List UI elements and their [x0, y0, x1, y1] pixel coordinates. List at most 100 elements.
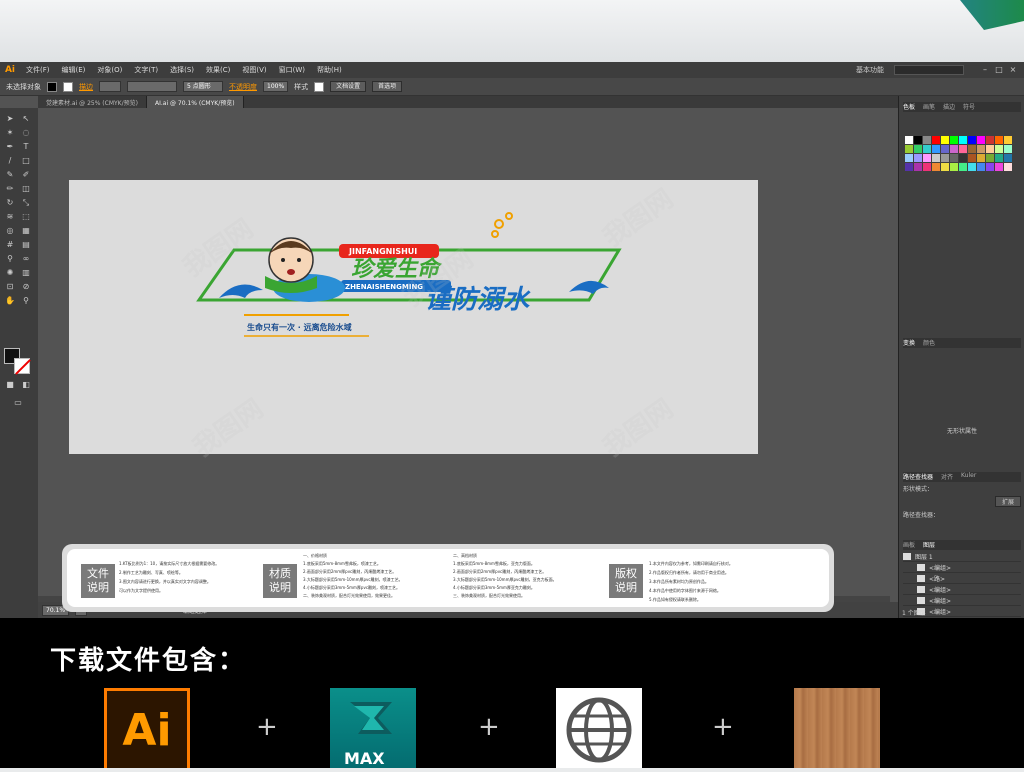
expand-button[interactable]: 扩展 — [994, 496, 1021, 507]
swatch-grid[interactable] — [905, 136, 1017, 171]
screen-mode-icon[interactable]: ▭ — [12, 398, 24, 408]
tab-kuler[interactable]: Kuler — [961, 472, 976, 482]
tab-artboards[interactable]: 画板 — [903, 540, 915, 550]
layer-row[interactable]: <路> — [903, 574, 1021, 584]
tab-transform[interactable]: 变换 — [903, 338, 915, 348]
tab-document-1[interactable]: 觉建素材.ai @ 25% (CMYK/预览) — [38, 96, 147, 108]
style-swatch[interactable] — [314, 81, 325, 92]
swatches-panel-tabs: 色板 画笔 描边 符号 — [903, 102, 1021, 112]
gradient-tool-icon[interactable]: ▤ — [20, 240, 32, 250]
opacity-field[interactable]: 100% — [263, 81, 289, 92]
plus-icon: + — [256, 712, 278, 742]
variable-width-field[interactable] — [127, 81, 177, 92]
graph-tool-icon[interactable]: ▥ — [20, 268, 32, 278]
pinyin-top: JINFANGNISHUI — [348, 247, 417, 256]
stroke-color-box[interactable] — [14, 358, 30, 374]
stroke-swatch[interactable] — [63, 81, 73, 92]
brush-field[interactable]: 5 点圆形 — [183, 81, 223, 92]
slice-tool-icon[interactable]: ⊘ — [20, 282, 32, 292]
tab-document-2[interactable]: AI.ai @ 70.1% (CMYK/预览) — [146, 96, 244, 108]
width-tool-icon[interactable]: ≋ — [4, 212, 16, 222]
perspective-tool-icon[interactable]: ▦ — [20, 226, 32, 236]
direct-selection-tool-icon[interactable]: ↖ — [20, 114, 32, 124]
blob-brush-tool-icon[interactable]: ✏ — [4, 184, 16, 194]
layer-count: 1 个图层 — [902, 610, 926, 617]
minimize-icon[interactable]: – — [980, 65, 990, 75]
pen-tool-icon[interactable]: ✒ — [4, 142, 16, 152]
menu-view[interactable]: 视图(V) — [236, 65, 272, 75]
tab-symbols[interactable]: 符号 — [963, 102, 975, 112]
close-icon[interactable]: × — [1008, 65, 1018, 75]
menu-file[interactable]: 文件(F) — [20, 65, 56, 75]
layer-row[interactable]: <编组> — [903, 585, 1021, 595]
lasso-tool-icon[interactable]: ◌ — [20, 128, 32, 138]
help-search-input[interactable] — [894, 65, 964, 75]
illustrator-window: Ai 文件(F) 编辑(E) 对象(O) 文字(T) 选择(S) 效果(C) 视… — [0, 62, 1024, 618]
layer-name: <编组> — [929, 565, 952, 572]
tab-swatches[interactable]: 色板 — [903, 102, 915, 112]
tab-brushes[interactable]: 画笔 — [923, 102, 935, 112]
menu-select[interactable]: 选择(S) — [164, 65, 200, 75]
document-tabs: 觉建素材.ai @ 25% (CMYK/预览) AI.ai @ 70.1% (C… — [38, 96, 898, 108]
menu-help[interactable]: 帮助(H) — [311, 65, 348, 75]
file-note-badge: 文件 说明 — [81, 564, 115, 598]
right-panels: 色板 画笔 描边 符号 变换 颜色 无形状属性 路径查找器 对齐 Kuler 形… — [898, 96, 1024, 618]
zoom-tool-icon[interactable]: ⚲ — [20, 296, 32, 306]
free-transform-tool-icon[interactable]: ⬚ — [20, 212, 32, 222]
maximize-icon[interactable]: □ — [994, 65, 1004, 75]
layer-name: <编组> — [929, 598, 952, 605]
stroke-weight-field[interactable] — [99, 81, 121, 92]
tab-stroke[interactable]: 描边 — [943, 102, 955, 112]
fill-swatch[interactable] — [47, 81, 57, 92]
rectangle-tool-icon[interactable]: □ — [20, 156, 32, 166]
wood-texture-icon — [794, 688, 880, 768]
artboard-tool-icon[interactable]: ⊡ — [4, 282, 16, 292]
canvas[interactable]: JINFANGNISHUI ZHENAISHENGMING 珍爱生命 谨防溺水 … — [38, 108, 898, 602]
scale-tool-icon[interactable]: ⤡ — [20, 198, 32, 208]
eraser-tool-icon[interactable]: ◫ — [20, 184, 32, 194]
artboard[interactable]: JINFANGNISHUI ZHENAISHENGMING 珍爱生命 谨防溺水 … — [69, 180, 871, 454]
menu-effect[interactable]: 效果(C) — [200, 65, 236, 75]
menu-window[interactable]: 窗口(W) — [273, 65, 311, 75]
layer-row[interactable]: 图层 1 — [903, 552, 1021, 562]
menu-edit[interactable]: 编辑(E) — [56, 65, 92, 75]
magic-wand-tool-icon[interactable]: ✶ — [4, 128, 16, 138]
selection-tool-icon[interactable]: ➤ — [4, 114, 16, 124]
material-note-text-1: 一、价格材质 1.底板采用5mm-8mm雪弗板，喷漆工艺。 2.画面部分采用2mm厚… — [303, 553, 403, 598]
file-note-text: 1.KT板比例为1：10，请按实际尺寸放大根据需要修改。 2.制作工艺为雕刻、写真… — [119, 561, 220, 593]
menu-object[interactable]: 对象(O) — [91, 65, 128, 75]
pathfinders-label: 路径查找器： — [903, 512, 940, 519]
symbol-sprayer-tool-icon[interactable]: ✺ — [4, 268, 16, 278]
transform-panel-tabs: 变换 颜色 — [903, 338, 1021, 348]
layer-name: <路> — [929, 576, 946, 583]
mesh-tool-icon[interactable]: # — [4, 240, 16, 250]
slogan-text: 生命只有一次 · 远离危险水域 — [247, 322, 352, 332]
color-mode-icon[interactable]: ■ — [4, 380, 16, 390]
stroke-label[interactable]: 描边 — [79, 82, 93, 92]
layer-row[interactable]: <编组> — [903, 563, 1021, 573]
eyedropper-tool-icon[interactable]: ⚲ — [4, 254, 16, 264]
workspace-switcher[interactable]: 基本功能 — [856, 65, 884, 75]
hand-tool-icon[interactable]: ✋ — [4, 296, 16, 306]
no-shape-properties: 无形状属性 — [946, 428, 977, 435]
tab-align[interactable]: 对齐 — [941, 472, 953, 482]
opacity-label[interactable]: 不透明度 — [229, 82, 257, 92]
shape-builder-tool-icon[interactable]: ◎ — [4, 226, 16, 236]
layer-name: 图层 1 — [915, 554, 933, 561]
material-note-text-2: 二、高档材质 1.底板采用5mm-8mm雪弗板，亚克力版面。 2.画面部分采用2mm… — [453, 553, 557, 598]
blend-tool-icon[interactable]: ∞ — [20, 254, 32, 264]
type-tool-icon[interactable]: T — [20, 142, 32, 152]
tab-pathfinder[interactable]: 路径查找器 — [903, 472, 933, 482]
layer-row[interactable]: <编组> — [903, 596, 1021, 606]
pencil-tool-icon[interactable]: ✐ — [20, 170, 32, 180]
document-setup-button[interactable]: 文档设置 — [330, 81, 367, 92]
brush-tool-icon[interactable]: ✎ — [4, 170, 16, 180]
line-tool-icon[interactable]: / — [4, 156, 16, 166]
tab-color[interactable]: 颜色 — [923, 338, 935, 348]
gradient-mode-icon[interactable]: ◧ — [20, 380, 32, 390]
rotate-tool-icon[interactable]: ↻ — [4, 198, 16, 208]
menu-type[interactable]: 文字(T) — [128, 65, 164, 75]
preferences-button[interactable]: 首选项 — [372, 81, 403, 92]
tab-layers[interactable]: 图层 — [923, 540, 935, 550]
selection-status: 未选择对象 — [6, 82, 41, 91]
